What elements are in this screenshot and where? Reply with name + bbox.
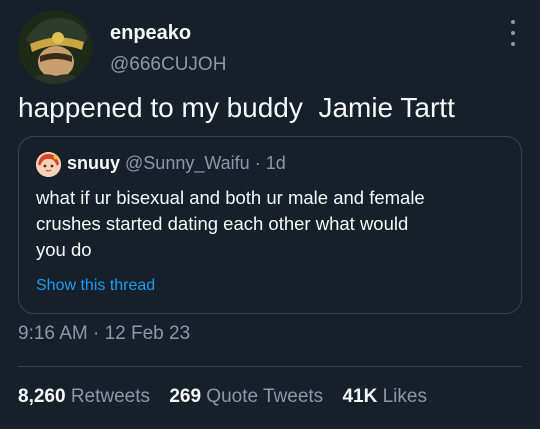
show-thread-link[interactable]: Show this thread	[36, 277, 155, 295]
quoted-tweet-card[interactable]: snuuy @Sunny_Waifu · 1d what if ur bisex…	[18, 136, 522, 314]
dot	[511, 42, 515, 46]
tweet: enpeako @666CUJOH happened to my buddy J…	[0, 0, 540, 429]
more-options-icon[interactable]	[505, 20, 521, 46]
quoted-text-line: crushes started dating each other what w…	[36, 213, 409, 234]
quoted-tweet-header: snuuy @Sunny_Waifu · 1d	[67, 153, 286, 174]
author-display-name[interactable]: enpeako	[110, 22, 191, 45]
quoted-handle[interactable]: @Sunny_Waifu	[125, 153, 250, 173]
avatar-image	[18, 10, 92, 84]
quoted-text-line: what if ur bisexual and both ur male and…	[36, 187, 425, 208]
tweet-timestamp[interactable]: 9:16 AM · 12 Feb 23	[18, 323, 190, 345]
author-avatar[interactable]	[18, 10, 92, 84]
retweets-stat[interactable]: 8,260 Retweets	[18, 386, 150, 407]
quoted-time: · 1d	[254, 153, 286, 173]
dot	[511, 31, 515, 35]
divider	[18, 366, 522, 367]
dot	[511, 20, 515, 24]
quote-tweets-stat[interactable]: 269 Quote Tweets	[169, 386, 323, 407]
retweets-count: 8,260	[18, 386, 66, 407]
quote-tweets-count: 269	[169, 386, 202, 407]
quoted-author-avatar[interactable]	[36, 152, 61, 177]
quoted-display-name[interactable]: snuuy	[67, 153, 120, 173]
retweets-label: Retweets	[70, 386, 151, 407]
likes-label: Likes	[382, 386, 427, 407]
likes-stat[interactable]: 41K Likes	[342, 386, 427, 407]
quoted-tweet-text: what if ur bisexual and both ur male and…	[36, 185, 506, 263]
quote-tweets-label: Quote Tweets	[206, 386, 324, 407]
likes-count: 41K	[342, 386, 378, 407]
quoted-avatar-image	[36, 152, 61, 177]
engagement-stats: 8,260 Retweets 269 Quote Tweets 41K Like…	[18, 386, 441, 408]
author-handle[interactable]: @666CUJOH	[110, 54, 226, 76]
quoted-text-line: you do	[36, 239, 92, 260]
tweet-text: happened to my buddy Jamie Tartt	[18, 92, 455, 123]
